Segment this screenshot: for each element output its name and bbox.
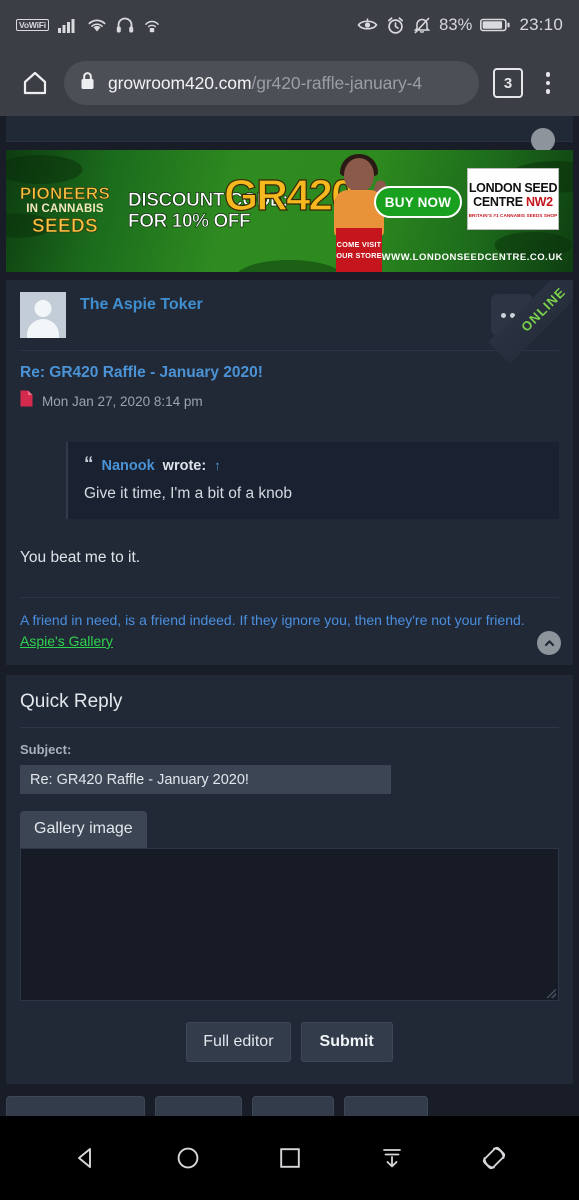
bottom-button-row-cutoff: [6, 1096, 573, 1116]
post-body-text: You beat me to it.: [20, 549, 141, 566]
quote-header: “ Nanook wrote: ↑: [84, 454, 543, 475]
divider: [20, 727, 559, 728]
kebab-menu-icon[interactable]: [531, 63, 565, 103]
forum-post: ONLINE The Aspie Toker Re: GR420 Raffle …: [6, 280, 573, 665]
bottom-button[interactable]: [252, 1096, 334, 1116]
ad-pioneers-line1: PIONEERS: [19, 184, 111, 204]
signature-divider: [20, 597, 559, 598]
ad-london-seed-centre-logo: LONDON SEED CENTRE NW2 BRITAIN'S #1 CANN…: [467, 168, 559, 230]
scroll-to-top-icon[interactable]: [537, 631, 561, 655]
post-options-icon[interactable]: [491, 294, 533, 336]
ad-pioneers-text: PIONEERS IN CANNABIS SEEDS: [6, 184, 118, 238]
ad-visit-line2: OUR STORE: [336, 251, 382, 260]
quote-jump-link[interactable]: ↑: [214, 458, 221, 473]
ad-pioneers-line2: IN CANNABIS: [26, 203, 104, 216]
rotate-screen-icon[interactable]: [474, 1138, 514, 1178]
bottom-button[interactable]: [155, 1096, 242, 1116]
battery-percent: 83%: [439, 15, 473, 34]
previous-post-cutoff: [6, 116, 573, 152]
ad-pioneers-line3: SEEDS: [32, 216, 98, 238]
status-bar-right-icons: 83% 23:10: [357, 15, 563, 35]
signature-gallery-link[interactable]: Aspie's Gallery: [20, 633, 113, 649]
android-navigation-bar: [0, 1116, 579, 1200]
ad-lsc-line2: CENTRE NW2: [473, 194, 553, 209]
browser-toolbar: growroom420.com/gr420-raffle-january-4 3: [0, 50, 579, 116]
tab-counter-button[interactable]: 3: [493, 68, 523, 98]
url-domain: growroom420.com: [108, 72, 252, 93]
quick-reply-panel: Quick Reply Subject: Gallery image Full …: [6, 675, 573, 1084]
post-signature: A friend in need, is a friend indeed. If…: [20, 610, 559, 651]
recents-square-icon[interactable]: [270, 1138, 310, 1178]
lock-icon: [80, 71, 95, 95]
quote-text: Give it time, I'm a bit of a knob: [84, 485, 292, 502]
back-triangle-icon[interactable]: [66, 1138, 106, 1178]
ad-lsc-tagline: BRITAIN'S #1 CANNABIS SEEDS SHOP: [468, 212, 558, 218]
hotspot-icon: [143, 17, 161, 33]
ad-lsc-badge: NW2: [525, 194, 553, 209]
post-page-icon: [20, 390, 33, 412]
home-icon[interactable]: [14, 62, 56, 104]
advertisement-banner[interactable]: PIONEERS IN CANNABIS SEEDS DISCOUNT CODE…: [6, 150, 573, 272]
web-page-content: PIONEERS IN CANNABIS SEEDS DISCOUNT CODE…: [0, 116, 579, 1116]
post-meta: Mon Jan 27, 2020 8:14 pm: [20, 390, 559, 412]
bottom-button[interactable]: [6, 1096, 145, 1116]
home-circle-icon[interactable]: [168, 1138, 208, 1178]
ad-visit-line1: COME VISIT: [336, 239, 382, 249]
url-path: /gr420-raffle-january-4: [251, 72, 422, 93]
status-bar: VoWiFi 83% 23:10: [0, 0, 579, 50]
quote-mark-icon: “: [84, 454, 94, 475]
ad-visit-store-label: COME VISIT OUR STORE: [336, 228, 382, 272]
post-date: Mon Jan 27, 2020 8:14 pm: [42, 393, 203, 409]
ad-website-url: WWW.LONDONSEEDCENTRE.CO.UK: [381, 252, 563, 263]
subject-label: Subject:: [20, 742, 72, 757]
subject-input[interactable]: [20, 765, 391, 794]
signal-icon: [57, 17, 78, 33]
quote-wrote-label: wrote:: [162, 458, 207, 474]
bottom-button[interactable]: [344, 1096, 428, 1116]
post-author-link[interactable]: The Aspie Toker: [80, 296, 203, 314]
vowifi-icon: VoWiFi: [16, 18, 49, 32]
divider: [20, 350, 559, 351]
gallery-image-button[interactable]: Gallery image: [20, 811, 147, 848]
ad-buy-now-button[interactable]: BUY NOW: [374, 186, 462, 218]
quote-author[interactable]: Nanook: [102, 458, 155, 474]
textarea-resize-handle[interactable]: [547, 989, 556, 998]
mute-icon: [413, 16, 431, 34]
status-clock: 23:10: [519, 15, 563, 34]
signature-text: A friend in need, is a friend indeed. If…: [20, 612, 525, 628]
post-title[interactable]: Re: GR420 Raffle - January 2020!: [20, 364, 559, 382]
battery-icon: [480, 17, 511, 33]
post-header: The Aspie Toker: [20, 280, 559, 338]
url-bar[interactable]: growroom420.com/gr420-raffle-january-4: [64, 61, 479, 105]
full-editor-button[interactable]: Full editor: [186, 1022, 291, 1062]
quick-reply-actions: Full editor Submit: [20, 1022, 559, 1062]
alarm-icon: [386, 16, 405, 34]
url-text: growroom420.com/gr420-raffle-january-4: [108, 73, 422, 94]
wifi-icon: [87, 17, 107, 33]
quick-reply-heading: Quick Reply: [20, 691, 123, 712]
quote-block: “ Nanook wrote: ↑ Give it time, I'm a bi…: [66, 442, 559, 519]
message-textarea[interactable]: [20, 848, 559, 1001]
status-bar-left-icons: VoWiFi: [16, 17, 161, 33]
scroll-to-top-icon[interactable]: [531, 128, 555, 152]
submit-button[interactable]: Submit: [300, 1022, 393, 1062]
headphones-icon: [116, 17, 134, 33]
avatar[interactable]: [20, 292, 66, 338]
scroll-down-icon[interactable]: [372, 1138, 412, 1178]
eye-icon: [357, 17, 378, 33]
